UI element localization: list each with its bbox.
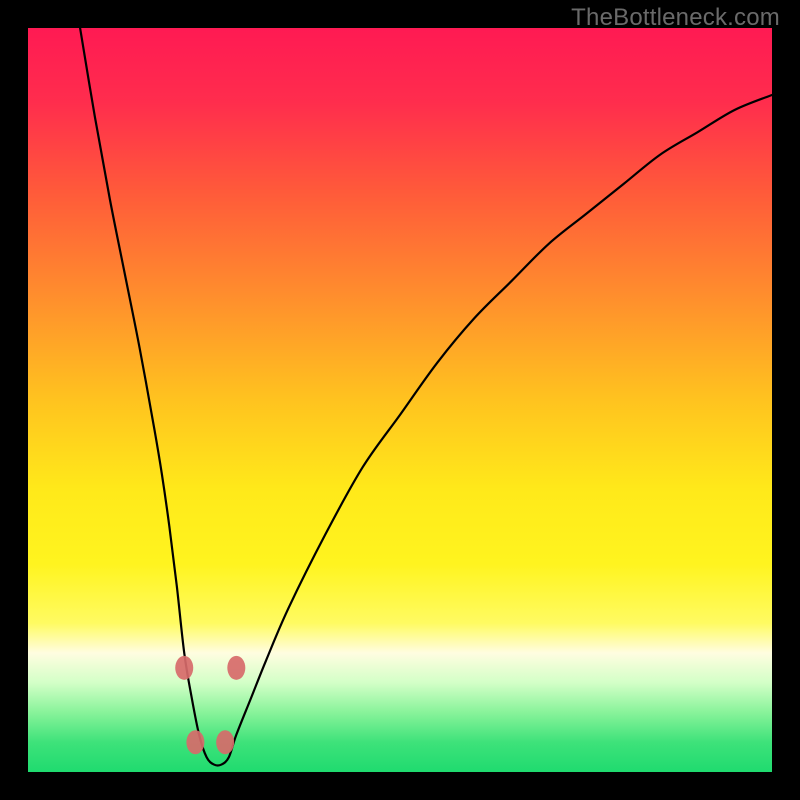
marker-dot-2 — [216, 730, 234, 754]
chart-svg — [28, 28, 772, 772]
chart-frame: TheBottleneck.com — [0, 0, 800, 800]
plot-area — [28, 28, 772, 772]
marker-dot-3 — [227, 656, 245, 680]
watermark-text: TheBottleneck.com — [571, 4, 780, 32]
gradient-bg — [28, 28, 772, 772]
marker-dot-1 — [186, 730, 204, 754]
marker-dot-0 — [175, 656, 193, 680]
